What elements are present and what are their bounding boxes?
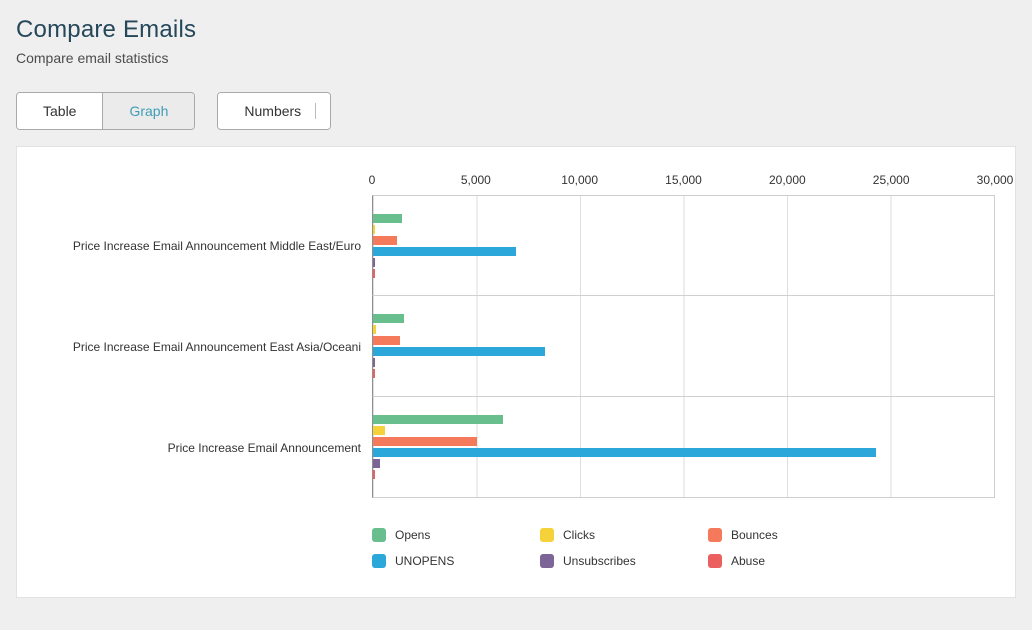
x-axis-tick: 5,000 (461, 173, 491, 187)
category-row: Price Increase Email Announcement East A… (37, 296, 995, 397)
legend-swatch (372, 528, 386, 542)
bar-unsubscribes (373, 258, 375, 267)
page-title: Compare Emails (16, 16, 1016, 44)
compare-emails-bar-chart: 05,00010,00015,00020,00025,00030,000 Pri… (37, 169, 995, 568)
legend-swatch (540, 528, 554, 542)
bar-clicks (373, 426, 385, 435)
legend-label: Unsubscribes (563, 554, 636, 568)
category-row: Price Increase Email Announcement Middle… (37, 195, 995, 296)
legend-label: UNOPENS (395, 554, 454, 568)
legend-label: Clicks (563, 528, 595, 542)
table-view-button[interactable]: Table (17, 93, 102, 129)
category-bars (372, 195, 995, 296)
bar-unopens (373, 247, 516, 256)
bar-bounces (373, 437, 477, 446)
legend-item-abuse[interactable]: Abuse (708, 554, 876, 568)
bar-bounces (373, 336, 400, 345)
category-bars (372, 397, 995, 498)
view-toolbar: Table Graph Numbers (0, 72, 1032, 146)
bar-abuse (373, 269, 375, 278)
numbers-button-group: Numbers (217, 92, 331, 130)
legend-item-unsubscribes[interactable]: Unsubscribes (540, 554, 708, 568)
legend-swatch (708, 528, 722, 542)
category-label: Price Increase Email Announcement East A… (37, 296, 372, 397)
legend-item-unopens[interactable]: UNOPENS (372, 554, 540, 568)
bar-abuse (373, 470, 375, 479)
bar-unsubscribes (373, 459, 380, 468)
bar-clicks (373, 225, 375, 234)
x-axis-tick: 30,000 (977, 173, 1014, 187)
category-row: Price Increase Email Announcement (37, 397, 995, 498)
bar-abuse (373, 369, 375, 378)
x-axis-tick: 20,000 (769, 173, 806, 187)
category-label: Price Increase Email Announcement (37, 397, 372, 498)
category-bars (372, 296, 995, 397)
legend-item-bounces[interactable]: Bounces (708, 528, 876, 542)
bar-opens (373, 314, 404, 323)
x-axis-tick: 0 (369, 173, 376, 187)
view-toggle-group: Table Graph (16, 92, 195, 130)
chart-card: 0 5,000 10,000 15,000 20,000 25,000 30,000 Pri… (16, 146, 1016, 598)
x-axis: 05,00010,00015,00020,00025,00030,000 (372, 169, 995, 195)
x-axis-tick: 10,000 (561, 173, 598, 187)
x-axis-tick: 15,000 (665, 173, 702, 187)
plot-area: Price Increase Email Announcement Middle… (37, 195, 995, 498)
legend-item-opens[interactable]: Opens (372, 528, 540, 542)
button-divider (315, 103, 316, 119)
legend-swatch (540, 554, 554, 568)
legend-swatch (708, 554, 722, 568)
legend-swatch (372, 554, 386, 568)
legend-label: Abuse (731, 554, 765, 568)
bar-unopens (373, 347, 545, 356)
bar-unopens (373, 448, 876, 457)
graph-view-button[interactable]: Graph (102, 93, 194, 129)
x-axis-tick: 25,000 (873, 173, 910, 187)
bar-opens (373, 214, 402, 223)
page: Compare Emails Compare email statistics … (0, 0, 1032, 598)
numbers-button-label: Numbers (244, 103, 301, 119)
bar-opens (373, 415, 503, 424)
numbers-button[interactable]: Numbers (218, 93, 330, 129)
legend-label: Opens (395, 528, 430, 542)
category-label: Price Increase Email Announcement Middle… (37, 195, 372, 296)
page-subtitle: Compare email statistics (16, 50, 1016, 66)
legend-item-clicks[interactable]: Clicks (540, 528, 708, 542)
page-header: Compare Emails Compare email statistics (0, 0, 1032, 72)
bar-clicks (373, 325, 376, 334)
legend-label: Bounces (731, 528, 778, 542)
bar-unsubscribes (373, 358, 375, 367)
bar-bounces (373, 236, 397, 245)
chart-legend: Opens Clicks Bounces UNOPENS Unsubscribes Abu… (372, 528, 995, 568)
